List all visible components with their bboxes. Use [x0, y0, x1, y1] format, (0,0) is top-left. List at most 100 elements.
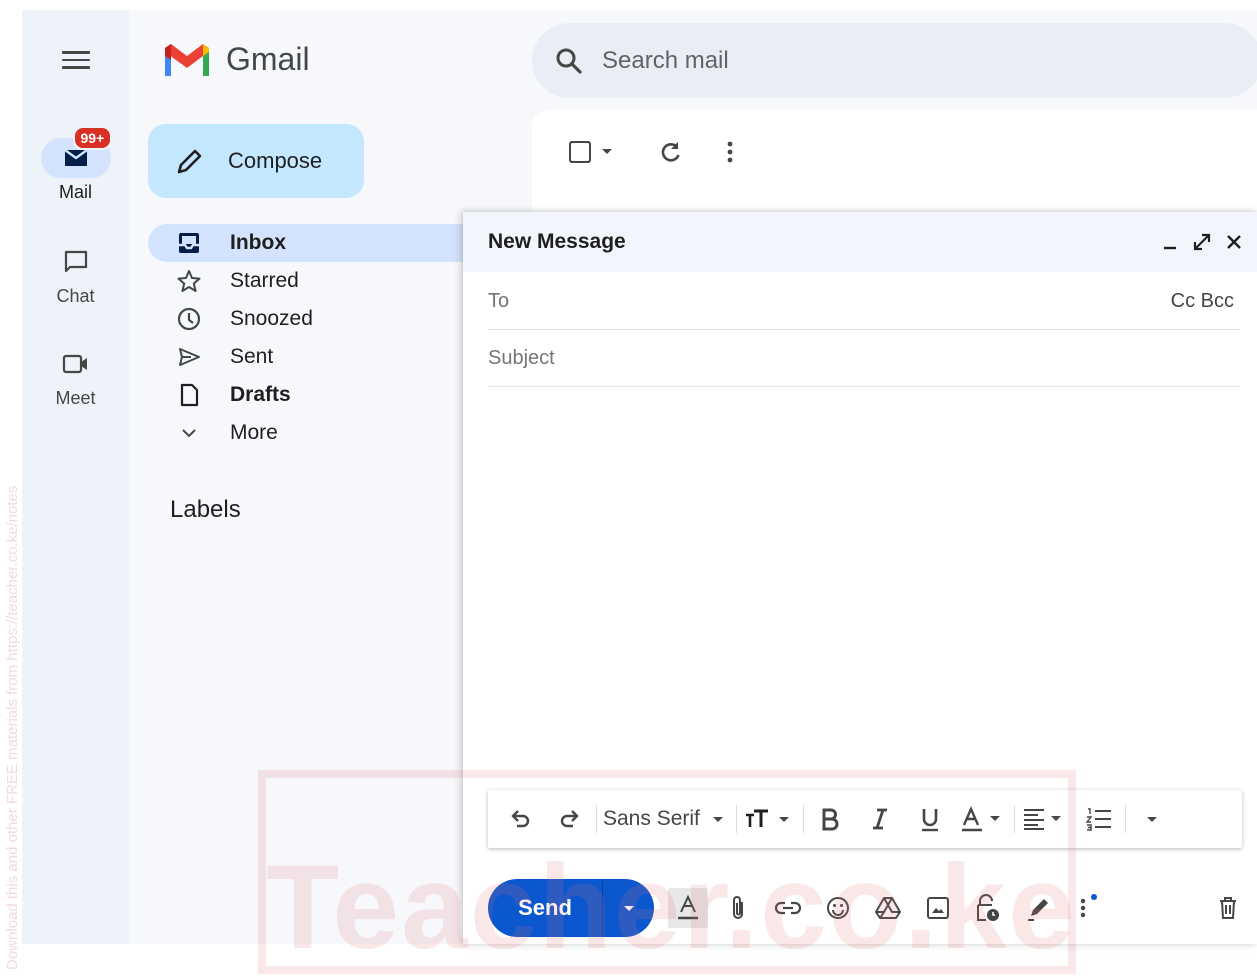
numbered-list-icon — [1085, 808, 1111, 831]
main-menu-button[interactable] — [54, 44, 98, 76]
emoji-icon — [827, 897, 849, 919]
font-size-button[interactable] — [743, 799, 797, 839]
subject-input[interactable] — [488, 347, 1240, 370]
select-checkbox[interactable] — [562, 132, 626, 172]
font-select[interactable]: Sans Serif — [603, 799, 730, 839]
compose-window-controls — [1159, 231, 1245, 253]
numbered-list-button[interactable] — [1079, 799, 1119, 839]
full-screen-button[interactable] — [1191, 231, 1213, 253]
nav-item-snoozed[interactable]: Snoozed — [148, 300, 488, 338]
text-color-button[interactable] — [960, 799, 1008, 839]
toolbar-divider — [802, 805, 804, 833]
rail-mail-label: Mail — [58, 182, 92, 202]
to-field[interactable]: Cc Bcc — [488, 274, 1240, 330]
nav-label-more: More — [230, 421, 278, 444]
more-options-button[interactable] — [710, 132, 750, 172]
expand-icon — [1193, 233, 1211, 251]
checkbox-icon — [569, 141, 612, 163]
insert-drive-button[interactable] — [868, 888, 908, 928]
to-input[interactable] — [488, 290, 1171, 313]
compose-button[interactable]: Compose — [148, 124, 364, 198]
trash-icon — [1220, 897, 1236, 919]
close-icon — [1227, 235, 1241, 249]
discard-draft-button[interactable] — [1208, 888, 1248, 928]
minimize-button[interactable] — [1159, 231, 1181, 253]
nav-item-sent[interactable]: Sent — [148, 338, 488, 376]
cc-bcc-link[interactable]: Cc Bcc — [1171, 290, 1234, 313]
gmail-wordmark: Gmail — [226, 40, 310, 77]
chat-pill — [41, 242, 111, 282]
undo-button[interactable] — [500, 799, 540, 839]
refresh-button[interactable] — [650, 132, 690, 172]
toolbar-divider — [735, 805, 737, 833]
text-size-icon — [745, 809, 789, 827]
send-button-group: Send — [488, 879, 654, 937]
attach-file-button[interactable] — [718, 888, 758, 928]
send-button[interactable]: Send — [488, 895, 602, 921]
drive-icon — [875, 897, 901, 919]
search-icon[interactable] — [554, 46, 584, 76]
nav-label-drafts: Drafts — [230, 383, 291, 406]
left-rail: 99+ Mail Chat Meet — [22, 10, 129, 944]
nav-item-starred[interactable]: Starred — [148, 262, 488, 300]
nav-item-drafts[interactable]: Drafts — [148, 376, 488, 414]
watermark-side-text: Download this and other FREE materials f… — [4, 485, 21, 970]
message-body[interactable] — [488, 390, 1240, 780]
refresh-icon — [661, 142, 680, 162]
underline-button[interactable] — [910, 799, 950, 839]
folder-nav: Inbox Starred Snoozed Sent Drafts More — [148, 224, 488, 452]
nav-label-snoozed: Snoozed — [230, 307, 313, 330]
nav-label-sent: Sent — [230, 345, 274, 368]
rail-meet-label: Meet — [55, 388, 96, 408]
more-formatting-button[interactable] — [1132, 799, 1172, 839]
draft-icon — [174, 380, 204, 410]
dropdown-arrow-icon — [623, 906, 634, 911]
insert-photo-button[interactable] — [918, 888, 958, 928]
nav-item-inbox[interactable]: Inbox — [148, 224, 488, 262]
photo-icon — [927, 897, 949, 919]
toolbar-divider — [1124, 805, 1126, 833]
compose-window: New Message Cc Bcc — [463, 212, 1257, 944]
inbox-icon — [174, 228, 204, 258]
pencil-icon — [177, 149, 202, 174]
subject-field[interactable] — [488, 331, 1240, 387]
compose-label: Compose — [228, 148, 323, 173]
rail-meet[interactable]: Meet — [22, 344, 129, 409]
insert-link-button[interactable] — [768, 888, 808, 928]
list-toolbar — [562, 132, 750, 172]
schedule-send-dropdown[interactable] — [603, 898, 654, 918]
chat-icon — [64, 250, 87, 273]
minimize-icon — [1164, 246, 1176, 250]
italic-button[interactable] — [860, 799, 900, 839]
align-left-icon — [1023, 809, 1061, 830]
meet-pill — [41, 344, 111, 384]
labels-heading: Labels — [170, 496, 241, 523]
nav-item-more[interactable]: More — [148, 414, 488, 452]
more-options-button[interactable] — [1068, 888, 1108, 928]
align-button[interactable] — [1021, 799, 1071, 839]
rail-chat-label: Chat — [56, 286, 95, 306]
dropdown-arrow-icon — [712, 817, 723, 822]
search-input[interactable]: Search mail — [602, 47, 729, 75]
video-camera-icon — [62, 354, 87, 374]
rail-chat[interactable]: Chat — [22, 242, 129, 307]
rail-mail[interactable]: 99+ Mail — [22, 126, 129, 203]
search-bar[interactable]: Search mail — [532, 23, 1257, 98]
compose-actions: Send — [488, 878, 1248, 938]
text-color-icon — [961, 806, 1000, 832]
bold-button[interactable] — [810, 799, 850, 839]
send-icon — [174, 342, 204, 372]
format-text-icon — [678, 894, 698, 920]
formatting-options-button[interactable] — [668, 888, 708, 928]
gmail-logo[interactable]: Gmail — [162, 40, 310, 78]
close-button[interactable] — [1223, 231, 1245, 253]
gmail-app: 99+ Mail Chat Meet Gmail Search mail Com… — [22, 10, 1257, 944]
paperclip-icon — [733, 896, 743, 919]
insert-emoji-button[interactable] — [818, 888, 858, 928]
compose-header[interactable]: New Message — [463, 212, 1257, 272]
insert-signature-button[interactable] — [1018, 888, 1058, 928]
redo-button[interactable] — [550, 799, 590, 839]
more-vert-icon — [1080, 894, 1097, 918]
confidential-mode-button[interactable] — [968, 888, 1008, 928]
unread-count-badge: 99+ — [72, 126, 113, 150]
